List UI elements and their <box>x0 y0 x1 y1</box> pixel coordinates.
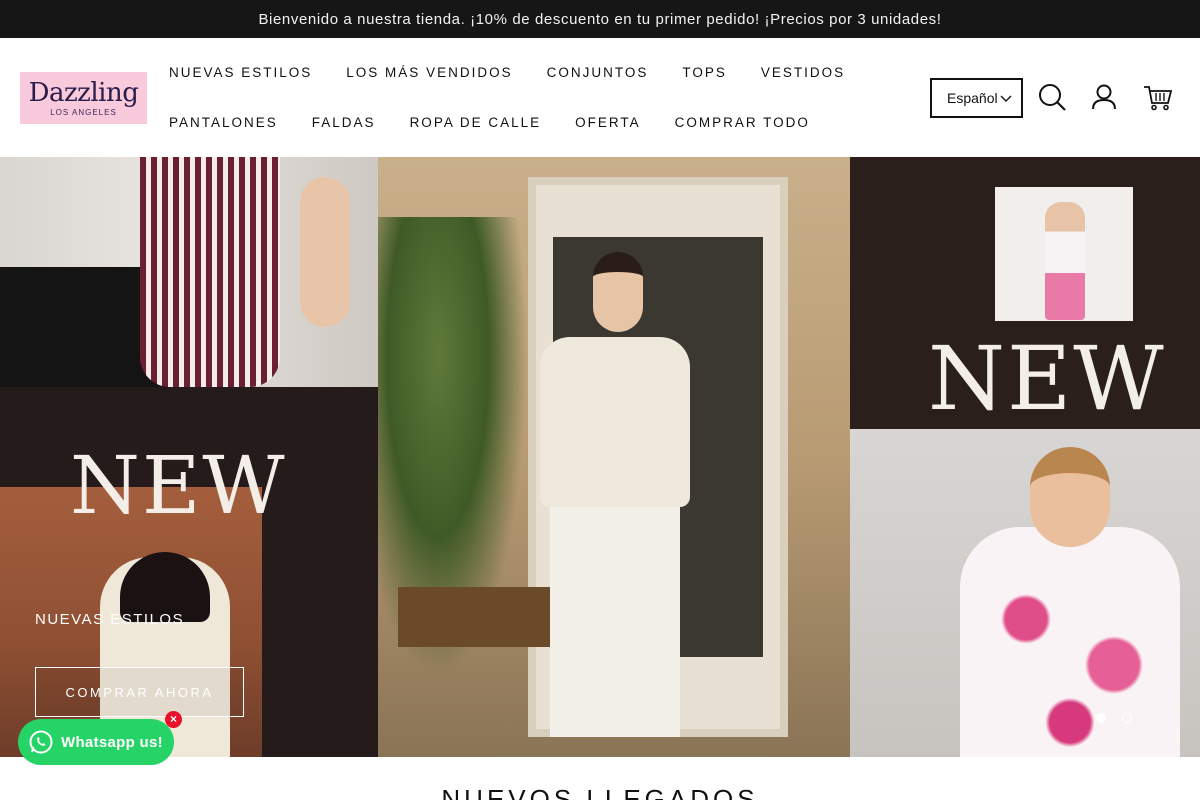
announcement-text: Bienvenido a nuestra tienda. ¡10% de des… <box>258 10 942 28</box>
hero-panel-right: NEW <box>850 157 1200 757</box>
announcement-bar: Bienvenido a nuestra tienda. ¡10% de des… <box>0 0 1200 38</box>
chevron-down-icon <box>1000 90 1012 106</box>
whatsapp-button[interactable]: Whatsapp us! <box>18 719 174 765</box>
nav-item-los-mas-vendidos[interactable]: LOS MÁS VENDIDOS <box>346 65 512 80</box>
logo-city: LOS ANGELES <box>50 107 117 117</box>
main-nav-row-1: NUEVAS ESTILOS LOS MÁS VENDIDOS CONJUNTO… <box>169 65 879 80</box>
nav-item-ropa-de-calle[interactable]: ROPA DE CALLE <box>410 115 542 130</box>
new-logo-text: NEW <box>70 439 287 532</box>
hero-title: NUEVAS ESTILOS <box>35 611 185 628</box>
nav-item-oferta[interactable]: OFERTA <box>575 115 641 130</box>
search-icon[interactable] <box>1037 82 1067 112</box>
nav-item-vestidos[interactable]: VESTIDOS <box>761 65 845 80</box>
whatsapp-close-button[interactable]: × <box>165 711 182 728</box>
site-header: Dazzling LOS ANGELES NUEVAS ESTILOS LOS … <box>0 38 1200 157</box>
whatsapp-label: Whatsapp us! <box>61 733 163 751</box>
main-nav-row-2: PANTALONES FALDAS ROPA DE CALLE OFERTA C… <box>169 115 844 130</box>
nav-item-tops[interactable]: TOPS <box>682 65 727 80</box>
logo-brand: Dazzling <box>28 77 139 108</box>
new-logo-text: NEW <box>928 327 1166 430</box>
nav-item-comprar-todo[interactable]: COMPRAR TODO <box>675 115 810 130</box>
slide-dot-1[interactable] <box>1096 713 1106 723</box>
logo[interactable]: Dazzling LOS ANGELES <box>20 72 147 124</box>
whatsapp-icon <box>28 729 54 755</box>
nav-item-conjuntos[interactable]: CONJUNTOS <box>547 65 649 80</box>
hero-panel-center <box>378 157 850 757</box>
slide-dot-2[interactable] <box>1122 713 1132 723</box>
nav-item-nuevas-estilos[interactable]: NUEVAS ESTILOS <box>169 65 312 80</box>
section-title: NUEVOS LLEGADOS <box>441 784 759 800</box>
nav-item-faldas[interactable]: FALDAS <box>312 115 376 130</box>
cart-icon[interactable] <box>1143 82 1173 112</box>
language-selector[interactable]: Español <box>930 78 1023 118</box>
nav-item-pantalones[interactable]: PANTALONES <box>169 115 278 130</box>
account-icon[interactable] <box>1089 82 1119 112</box>
shop-now-button[interactable]: COMPRAR AHORA <box>35 667 244 717</box>
hero-slider[interactable]: NEW NEW NUEVAS ESTILOS COMPRAR AHORA <box>0 157 1200 757</box>
language-label: Español <box>947 90 998 106</box>
